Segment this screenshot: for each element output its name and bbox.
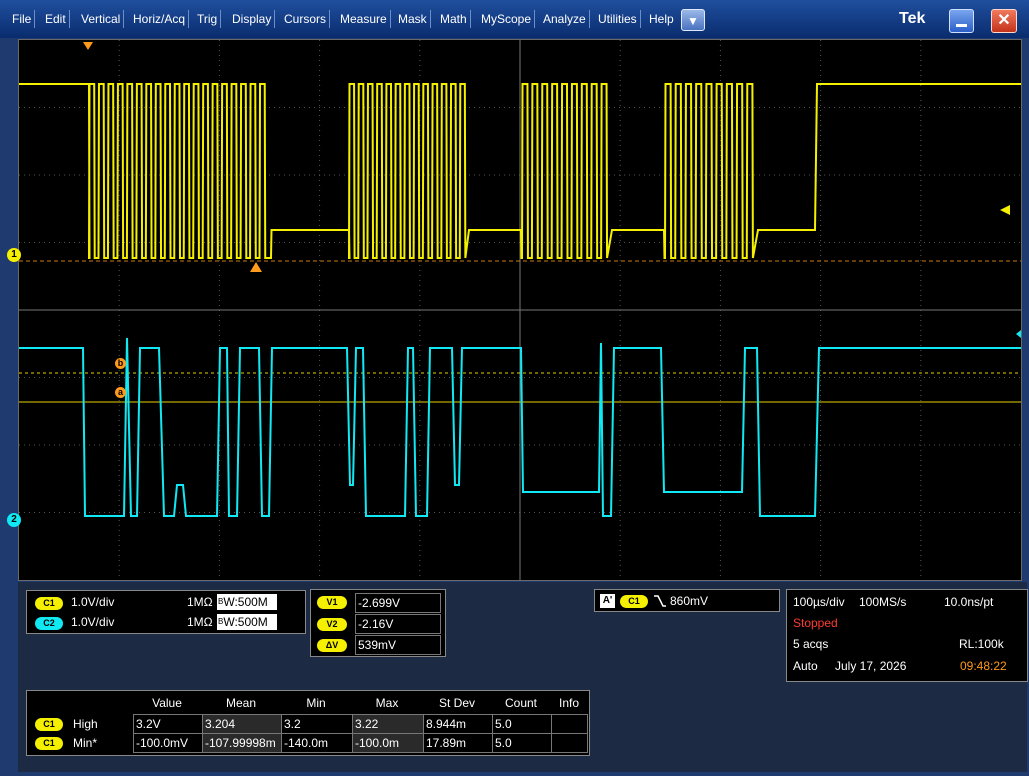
acquisition-date: July 17, 2026 xyxy=(835,659,907,673)
sample-rate: 100MS/s xyxy=(859,595,907,609)
table-row[interactable]: C1 Min* -100.0mV -107.99998m -140.0m -10… xyxy=(27,733,591,753)
ch2-badge[interactable]: C2 xyxy=(35,617,63,630)
header-info: Info xyxy=(558,696,579,710)
measurement-max: -100.0m xyxy=(352,733,424,753)
menu-myscope[interactable]: MyScope xyxy=(478,10,536,28)
measurement-info xyxy=(551,714,588,734)
ch2-marker[interactable]: 2 xyxy=(7,513,21,527)
ch1-impedance: 1MΩ xyxy=(187,595,213,609)
header-mean: Mean xyxy=(225,696,257,710)
measurement-min: -140.0m xyxy=(281,733,353,753)
measurement-min: 3.2 xyxy=(281,714,353,734)
menu-math[interactable]: Math xyxy=(437,10,471,28)
v2-value: -2.16V xyxy=(355,614,441,634)
readout-area: C1 1.0V/div 1MΩ BW:500M C2 1.0V/div 1MΩ … xyxy=(18,582,1028,772)
channel-panel[interactable]: C1 1.0V/div 1MΩ BW:500M C2 1.0V/div 1MΩ … xyxy=(26,590,306,634)
header-value: Value xyxy=(152,696,182,710)
measurement-count: 5.0 xyxy=(492,714,552,734)
ch1-bandwidth[interactable]: BW:500M xyxy=(217,594,277,610)
header-min: Min xyxy=(306,696,326,710)
ch2-bandwidth[interactable]: BW:500M xyxy=(217,614,277,630)
ch1-badge[interactable]: C1 xyxy=(35,597,63,610)
menu-mask[interactable]: Mask xyxy=(395,10,431,28)
horizontal-scale: 100µs/div xyxy=(793,595,845,609)
menu-cursors[interactable]: Cursors xyxy=(281,10,331,28)
ch1-scale: 1.0V/div xyxy=(71,595,115,609)
acquisition-state: Stopped xyxy=(793,616,838,630)
trigger-level: 860mV xyxy=(670,594,709,608)
measurement-source-badge: C1 xyxy=(35,718,63,731)
delta-v-badge: ΔV xyxy=(317,639,347,652)
trigger-source-badge: C1 xyxy=(620,595,648,608)
trigger-panel[interactable]: A' C1 860mV xyxy=(594,589,780,612)
header-max: Max xyxy=(375,696,399,710)
measurement-stdev: 8.944m xyxy=(423,714,493,734)
menu-horiz-acq[interactable]: Horiz/Acq xyxy=(130,10,190,28)
record-length: RL:100k xyxy=(959,637,1004,651)
trigger-mode: Auto xyxy=(793,659,818,673)
cursor-readout-panel[interactable]: V1 -2.699V V2 -2.16V ΔV 539mV xyxy=(310,589,446,657)
measurement-info xyxy=(551,733,588,753)
measurement-count: 5.0 xyxy=(492,733,552,753)
horizontal-panel[interactable]: 100µs/div 100MS/s 10.0ns/pt Stopped 5 ac… xyxy=(786,589,1028,682)
measurement-name: High xyxy=(73,717,98,731)
trigger-a-label: A' xyxy=(600,594,615,608)
waveform-graticule[interactable]: 1 2 b a xyxy=(7,39,1022,581)
chevron-down-icon[interactable]: ▼ xyxy=(681,9,705,31)
menu-help[interactable]: Help xyxy=(646,10,677,28)
minimize-button[interactable] xyxy=(949,9,974,33)
v2-badge: V2 xyxy=(317,618,347,631)
menu-display[interactable]: Display xyxy=(229,10,276,28)
ch2-impedance: 1MΩ xyxy=(187,615,213,629)
menu-vertical[interactable]: Vertical xyxy=(78,10,125,28)
v1-value: -2.699V xyxy=(355,593,441,613)
header-count: Count xyxy=(504,696,538,710)
measurement-source-badge: C1 xyxy=(35,737,63,750)
menu-measure[interactable]: Measure xyxy=(337,10,391,28)
v1-badge: V1 xyxy=(317,596,347,609)
menu-file[interactable]: File xyxy=(9,10,36,28)
trigger-level-arrow xyxy=(1000,205,1010,215)
cursor-a-marker[interactable]: a xyxy=(115,387,126,398)
tek-logo: Tek xyxy=(899,10,926,27)
measurement-value: 3.2V xyxy=(133,714,203,734)
delta-v-value: 539mV xyxy=(355,635,441,655)
ch2-scale: 1.0V/div xyxy=(71,615,115,629)
measurement-mean: -107.99998m xyxy=(202,733,282,753)
waveform-display xyxy=(19,40,1021,580)
menu-bar: File Edit Vertical Horiz/Acq Trig Displa… xyxy=(0,0,1029,39)
ch2-offset-arrow xyxy=(1016,330,1021,338)
measurement-max: 3.22 xyxy=(352,714,424,734)
table-row[interactable]: C1 High 3.2V 3.204 3.2 3.22 8.944m 5.0 xyxy=(27,714,591,734)
measurement-name: Min* xyxy=(73,736,98,750)
trigger-point-marker xyxy=(250,262,262,272)
measurement-mean: 3.204 xyxy=(202,714,282,734)
cursor-b-marker[interactable]: b xyxy=(115,358,126,369)
menu-utilities[interactable]: Utilities xyxy=(595,10,641,28)
ch1-marker[interactable]: 1 xyxy=(7,248,21,262)
close-icon[interactable]: ✕ xyxy=(991,9,1017,33)
acquisition-count: 5 acqs xyxy=(793,637,829,651)
falling-edge-icon xyxy=(654,595,666,607)
measurement-table[interactable]: Value Mean Min Max St Dev Count Info C1 … xyxy=(26,690,590,756)
menu-analyze[interactable]: Analyze xyxy=(540,10,590,28)
header-stdev: St Dev xyxy=(438,696,475,710)
measurement-value: -100.0mV xyxy=(133,733,203,753)
menu-trig[interactable]: Trig xyxy=(194,10,222,28)
acquisition-time: 09:48:22 xyxy=(960,659,1007,673)
time-resolution: 10.0ns/pt xyxy=(944,595,994,609)
trigger-position-marker xyxy=(83,42,93,50)
menu-edit[interactable]: Edit xyxy=(42,10,70,28)
measurement-stdev: 17.89m xyxy=(423,733,493,753)
